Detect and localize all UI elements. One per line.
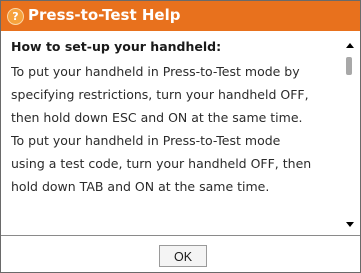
help-text-line: To put your handheld in Press-to-Test mo… [11,133,281,148]
help-text-line: To put your handheld in Press-to-Test mo… [11,64,300,79]
press-to-test-help-dialog: ? Press-to-Test Help How to set-up your … [0,0,361,273]
vertical-scrollbar[interactable] [343,41,357,229]
footer-divider [1,235,360,236]
help-text-line: hold down TAB and ON at the same time. [11,179,270,194]
scroll-up-arrow-icon[interactable] [346,43,354,48]
scrollbar-thumb[interactable] [346,57,352,75]
help-heading: How to set-up your handheld: [11,39,222,54]
help-icon: ? [7,8,24,25]
help-text-line: specifying restrictions, turn your handh… [11,87,309,102]
help-text-line: then hold down ESC and ON at the same ti… [11,110,303,125]
scroll-down-arrow-icon[interactable] [346,222,354,227]
dialog-title: Press-to-Test Help [28,6,181,24]
help-content: How to set-up your handheld: To put your… [11,39,333,232]
help-text-line: using a test code, turn your handheld OF… [11,156,312,171]
title-bar: ? Press-to-Test Help [1,1,360,31]
ok-button[interactable]: OK [159,245,207,267]
